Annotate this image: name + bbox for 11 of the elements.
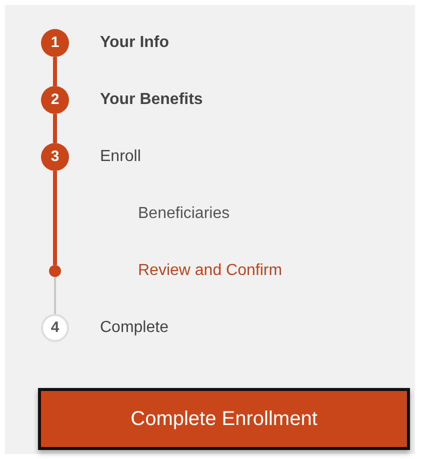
step-label[interactable]: Your Info — [100, 34, 170, 52]
step-number: 4 — [41, 314, 69, 342]
complete-enrollment-button[interactable]: Complete Enrollment — [38, 388, 410, 450]
step-number: 2 — [41, 86, 69, 114]
step-label[interactable]: Your Benefits — [100, 90, 203, 108]
step-number: 3 — [41, 142, 69, 170]
step-number: 1 — [41, 28, 69, 56]
substep-label[interactable]: Beneficiaries — [138, 204, 230, 222]
substep-label[interactable]: Review and Confirm — [138, 262, 282, 280]
step-label[interactable]: Enroll — [100, 148, 141, 166]
step-label[interactable]: Complete — [100, 318, 168, 336]
